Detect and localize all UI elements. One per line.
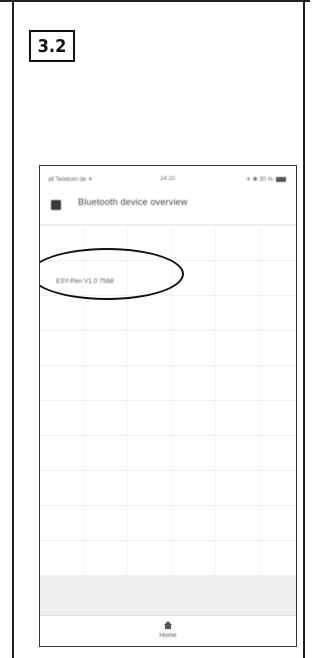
page-left-rule [12, 0, 14, 658]
tab-bar [40, 615, 296, 646]
status-carrier: all Telekom.de ✈ [48, 177, 93, 183]
page-title: Bluetooth device overview [78, 197, 188, 207]
empty-band [40, 575, 296, 615]
page-top-rule [0, 0, 310, 2]
tab-home-label[interactable]: Home [40, 632, 296, 639]
page-right-rule [303, 0, 305, 658]
phone-screenshot: all Telekom.de ✈ 14:20 ✈ ✱ 30 % Bluetoot… [39, 165, 297, 647]
home-icon[interactable] [164, 621, 172, 629]
status-battery: ✈ ✱ 30 % [246, 176, 286, 183]
step-number-label: 3.2 [29, 30, 75, 62]
status-time: 14:20 [160, 176, 176, 182]
status-bar: all Telekom.de ✈ 14:20 ✈ ✱ 30 % [40, 166, 296, 188]
back-icon[interactable] [51, 200, 61, 210]
